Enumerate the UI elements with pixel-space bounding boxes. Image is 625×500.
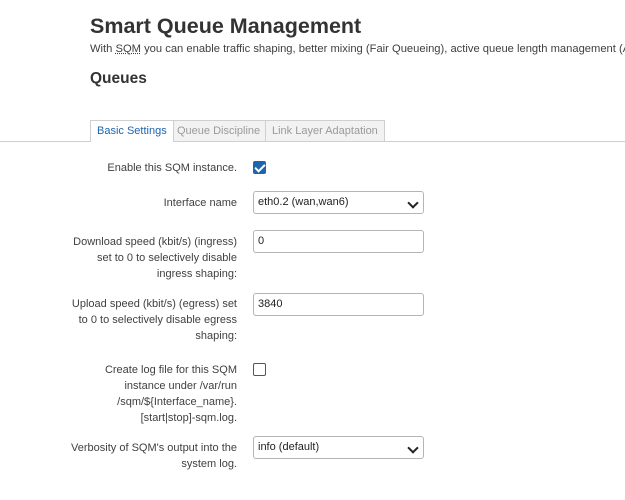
logfile-checkbox[interactable]	[253, 363, 266, 376]
download-label: Download speed (kbit/s) (ingress) set to…	[73, 236, 237, 280]
interface-label: Interface name	[163, 197, 237, 209]
upload-speed-input[interactable]: 3840	[253, 293, 424, 316]
intro-prefix: With	[90, 43, 116, 55]
intro-rest: you can enable traffic shaping, better m…	[140, 43, 625, 55]
page-title: Smart Queue Management	[90, 14, 362, 38]
chevron-down-icon	[407, 442, 419, 454]
interface-select-value: eth0.2 (wan,wan6)	[258, 196, 349, 208]
intro-text: With SQM you can enable traffic shaping,…	[90, 43, 625, 55]
verbosity-select-value: info (default)	[258, 441, 320, 453]
section-title: Queues	[90, 70, 147, 87]
sqm-abbreviation: SQM	[115, 43, 141, 55]
verbosity-select[interactable]: info (default)	[253, 436, 424, 459]
upload-label: Upload speed (kbit/s) (egress) set to 0 …	[71, 298, 237, 342]
chevron-down-icon	[407, 197, 419, 209]
enable-label: Enable this SQM instance.	[107, 162, 237, 174]
interface-select[interactable]: eth0.2 (wan,wan6)	[253, 191, 424, 214]
verbosity-label: Verbosity of SQM's output into the syste…	[71, 442, 237, 470]
tab-basic-settings[interactable]: Basic Settings	[90, 120, 174, 142]
logfile-label: Create log file for this SQM instance un…	[104, 364, 237, 424]
tab-link-layer-adaptation[interactable]: Link Layer Adaptation	[265, 120, 385, 141]
download-speed-input[interactable]: 0	[253, 230, 424, 253]
enable-checkbox[interactable]	[253, 161, 266, 174]
tab-queue-discipline[interactable]: Queue Discipline	[170, 120, 268, 141]
